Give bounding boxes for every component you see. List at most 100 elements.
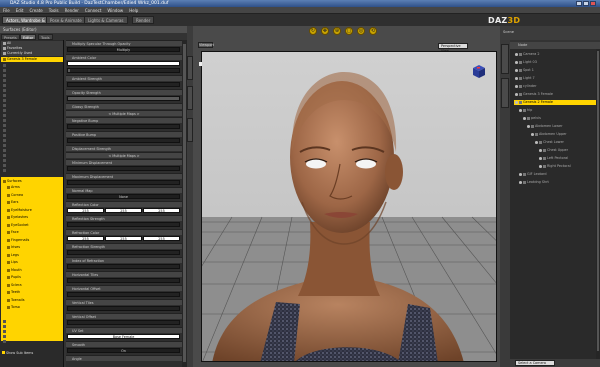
color-swatch[interactable]	[67, 61, 180, 66]
show-sub-items-checkbox[interactable]: Show Sub Items	[1, 350, 63, 356]
surface-item[interactable]: Ears	[1, 200, 63, 205]
property-slider[interactable]	[67, 68, 180, 73]
rgb-field[interactable]: 255	[67, 236, 104, 241]
visibility-eye-icon[interactable]	[519, 181, 522, 184]
visibility-eye-icon[interactable]	[515, 61, 518, 64]
property-slider[interactable]	[67, 166, 180, 171]
rgb-field[interactable]: 255	[143, 236, 180, 241]
menu-item[interactable]: Edit	[13, 7, 27, 14]
surface-item[interactable]: Toenails	[1, 297, 63, 303]
scene-node[interactable]: Chest Lower	[534, 140, 596, 145]
surfaces-tree[interactable]: Show Sub Items All Favorites Currently Use…	[0, 40, 64, 367]
visibility-eye-icon[interactable]	[539, 149, 542, 152]
scene-node[interactable]: Abdomen Lower	[526, 124, 596, 129]
surface-item[interactable]: Face	[1, 230, 63, 235]
scene-node[interactable]: Left Pectoral	[538, 156, 596, 161]
surface-item[interactable]: Legs	[1, 252, 63, 258]
rgb-field[interactable]: 255	[67, 208, 104, 213]
scene-node[interactable]: Camera 2	[514, 52, 596, 57]
visibility-eye-icon[interactable]	[527, 125, 530, 128]
aim-icon[interactable]: ◎	[357, 27, 365, 35]
menu-item[interactable]: Tools	[46, 7, 62, 14]
visibility-eye-icon[interactable]	[515, 69, 518, 72]
view-cube-icon[interactable]	[471, 64, 486, 79]
scene-node[interactable]: cylinder	[514, 84, 596, 89]
surface-item[interactable]: Sclera	[1, 282, 63, 288]
orbit-icon[interactable]: ⟲	[369, 27, 377, 35]
property-value[interactable]: Multiply	[67, 47, 180, 52]
side-tab[interactable]	[501, 78, 509, 108]
scene-node[interactable]: Light 03	[514, 60, 596, 65]
collapsed-node[interactable]	[1, 168, 63, 173]
visibility-eye-icon[interactable]	[515, 85, 518, 88]
surfaces-group-node[interactable]: Surfaces	[1, 179, 63, 184]
menu-item[interactable]: Render	[62, 7, 82, 14]
collapsed-node[interactable]	[1, 339, 63, 344]
visibility-eye-icon[interactable]	[539, 157, 542, 160]
scene-node[interactable]: Abdomen Upper	[530, 132, 596, 137]
scroll-thumb[interactable]	[183, 44, 186, 362]
visibility-eye-icon[interactable]	[539, 165, 542, 168]
property-slider[interactable]	[67, 292, 180, 297]
menu-item[interactable]: Connect	[82, 7, 105, 14]
surface-item[interactable]: Lips	[1, 260, 63, 265]
maximize-button[interactable]	[583, 1, 589, 6]
scene-node[interactable]: Spot 1	[514, 68, 596, 73]
scene-node[interactable]: GIF Leotard	[518, 172, 596, 177]
tab-room[interactable]: Pose & Animate	[46, 16, 86, 24]
tree-filter-item[interactable]: Currently Used	[1, 51, 63, 56]
property-slider[interactable]	[67, 180, 180, 185]
property-slider[interactable]	[67, 222, 180, 227]
surface-item[interactable]: EyeMoisture	[1, 207, 63, 213]
property-slider[interactable]	[67, 278, 180, 283]
surface-item[interactable]: Cornea	[1, 192, 63, 198]
property-slider[interactable]	[67, 264, 180, 269]
visibility-eye-icon[interactable]	[515, 77, 518, 80]
scene-node[interactable]: Leotdng Shrt	[518, 180, 596, 185]
menu-item[interactable]: Create	[26, 7, 45, 14]
menu-item[interactable]: Help	[126, 7, 141, 14]
scroll-thumb[interactable]	[597, 51, 599, 351]
surface-item[interactable]: Arms	[1, 185, 63, 190]
scene-node[interactable]: Genesis 2 Female	[514, 100, 596, 105]
property-slider[interactable]	[67, 138, 180, 143]
surface-item[interactable]: Torso	[1, 305, 63, 310]
viewport-tab[interactable]: Viewport	[198, 42, 214, 48]
side-tab[interactable]	[501, 44, 509, 74]
pan-icon[interactable]: ✥	[321, 27, 329, 35]
property-slider[interactable]	[67, 96, 180, 101]
property-slider[interactable]	[67, 320, 180, 325]
visibility-eye-icon[interactable]	[519, 173, 522, 176]
surface-item[interactable]: Mouth	[1, 267, 63, 273]
scene-node[interactable]: Genesis 3 Female	[514, 92, 596, 97]
property-slider[interactable]	[67, 306, 180, 311]
close-button[interactable]	[590, 1, 596, 6]
scene-scrollbar[interactable]	[596, 49, 600, 359]
visibility-eye-icon[interactable]	[515, 53, 518, 56]
figure-node[interactable]: Genesis 3 Female	[1, 57, 63, 62]
rgb-field[interactable]: 255	[143, 208, 180, 213]
tab-room[interactable]: Lights & Cameras	[84, 16, 128, 24]
property-value[interactable]: On	[67, 348, 180, 353]
surface-item[interactable]: Teeth	[1, 290, 63, 295]
surface-item[interactable]: Eyelashes	[1, 215, 63, 220]
rotate-icon[interactable]: ↻	[309, 27, 317, 35]
viewport-menu-icon[interactable]	[199, 62, 202, 66]
scene-node[interactable]: Right Pectoral	[538, 164, 596, 169]
property-slider[interactable]	[67, 250, 180, 255]
visibility-eye-icon[interactable]	[535, 141, 538, 144]
surface-item[interactable]: Fingernails	[1, 237, 63, 243]
camera-select-dropdown[interactable]: Select a Camera	[515, 360, 555, 366]
color-swatch[interactable]: Base Female	[67, 334, 180, 339]
render-canvas[interactable]	[201, 51, 497, 362]
rgb-field[interactable]: 255	[105, 208, 142, 213]
visibility-eye-icon[interactable]	[515, 93, 518, 96]
minimize-button[interactable]	[576, 1, 582, 6]
property-slider[interactable]	[67, 124, 180, 129]
scene-tree[interactable]: Camera 2 Light 03 Spot 1 Light 7 cylinder Gen…	[510, 49, 596, 359]
tab-room[interactable]: Render	[132, 16, 155, 24]
scene-node[interactable]: hip	[518, 108, 596, 113]
scene-node[interactable]: Chest Upper	[538, 148, 596, 153]
visibility-eye-icon[interactable]	[515, 101, 518, 104]
visibility-eye-icon[interactable]	[523, 117, 526, 120]
